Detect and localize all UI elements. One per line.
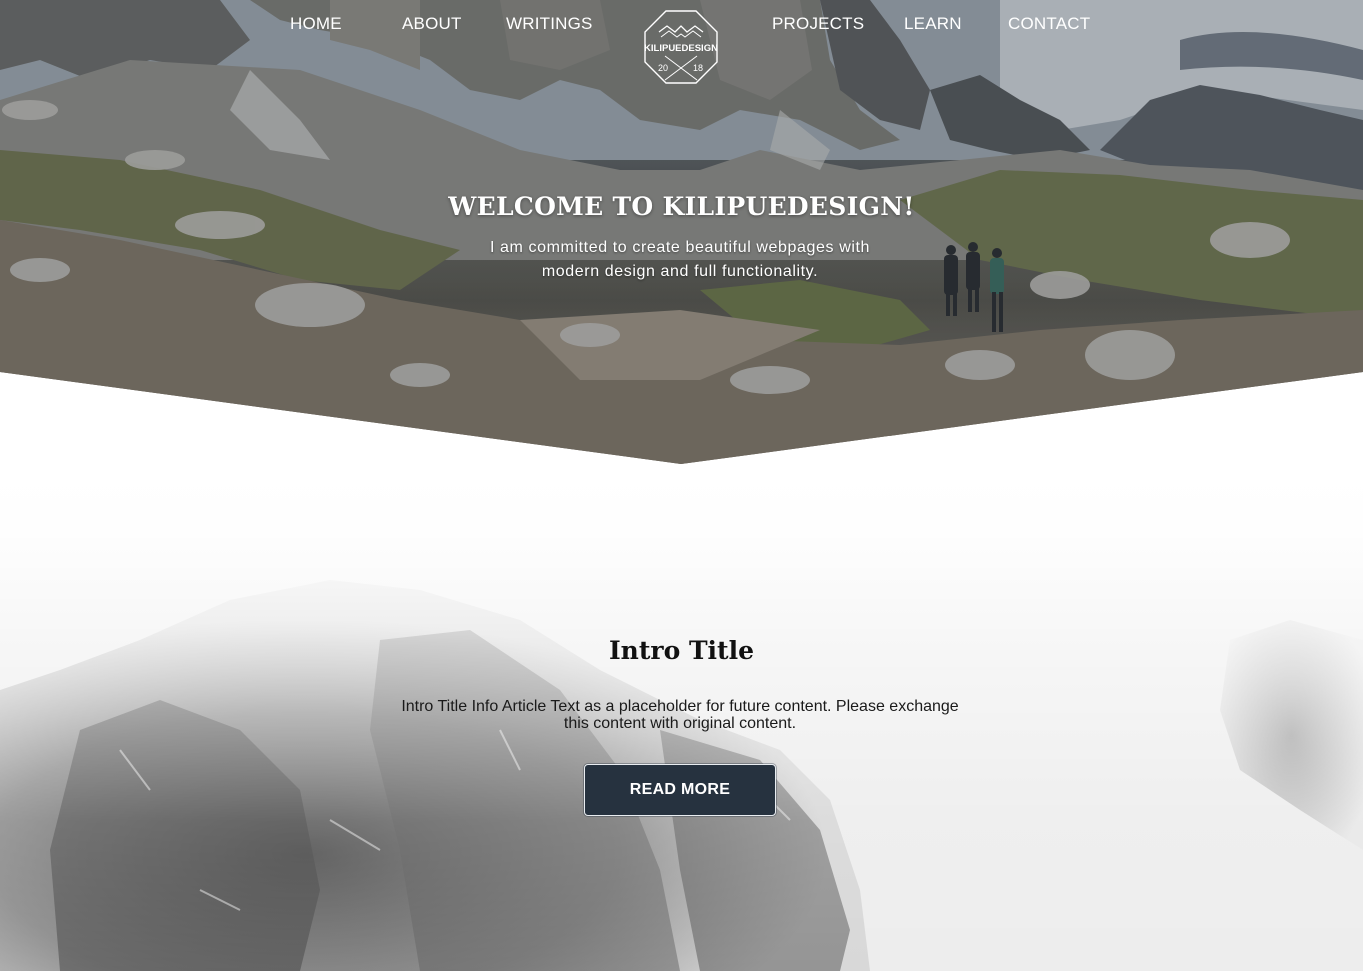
site-logo[interactable]: KILIPUEDESIGN 20 18: [643, 9, 719, 85]
logo-year-left: 20: [658, 63, 668, 73]
nav-item-home[interactable]: HOME: [290, 14, 342, 34]
page: WELCOME TO KILIPUEDESIGN! I am committed…: [0, 0, 1363, 971]
logo-year-right: 18: [693, 63, 703, 73]
read-more-button[interactable]: READ MORE: [584, 764, 776, 816]
hero-subtitle: I am committed to create beautiful webpa…: [489, 239, 871, 280]
intro-title: Intro Title: [608, 636, 755, 665]
nav-item-writings[interactable]: WRITINGS: [506, 14, 593, 34]
nav-item-projects[interactable]: PROJECTS: [772, 14, 864, 34]
nav-item-contact[interactable]: CONTACT: [1008, 14, 1090, 34]
nav-item-learn[interactable]: LEARN: [904, 14, 962, 34]
logo-name: KILIPUEDESIGN: [644, 43, 718, 54]
hero-title: WELCOME TO KILIPUEDESIGN!: [448, 192, 915, 221]
octagon-mountain-logo-icon: KILIPUEDESIGN 20 18: [644, 10, 718, 84]
nav-item-about[interactable]: ABOUT: [402, 14, 462, 34]
intro-text: Intro Title Info Article Text as a place…: [401, 698, 959, 732]
